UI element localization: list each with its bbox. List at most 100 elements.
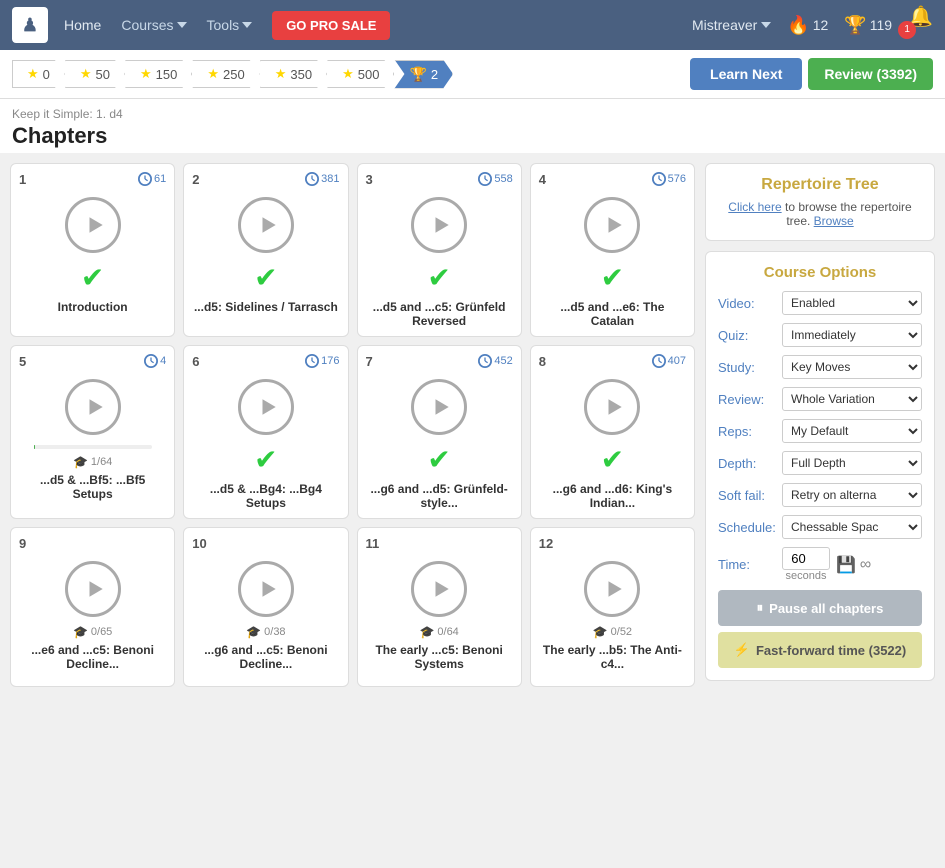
completed-checkmark: ✔ [601, 443, 624, 476]
play-button[interactable] [411, 561, 467, 617]
star-50[interactable]: ★50 [65, 60, 125, 88]
card-number: 2 [192, 172, 199, 187]
chapter-card-8[interactable]: 8 407 ✔ ...g6 and ...d6: King's Indian..… [530, 345, 695, 519]
repertoire-tree-title: Repertoire Tree [718, 176, 922, 194]
card-progress: 🎓 0/64 [419, 625, 458, 639]
card-title: ...d5 & ...Bf5: ...Bf5 Setups [19, 473, 166, 501]
click-here-link[interactable]: Click here [728, 200, 781, 214]
play-button[interactable] [65, 561, 121, 617]
schedule-label: Schedule: [718, 520, 776, 535]
time-input[interactable] [782, 547, 830, 570]
play-button[interactable] [238, 379, 294, 435]
time-infinity-icon[interactable]: ∞ [860, 556, 871, 574]
play-button[interactable] [411, 197, 467, 253]
chapter-card-7[interactable]: 7 452 ✔ ...g6 and ...d5: Grünfeld-style.… [357, 345, 522, 519]
card-title: ...d5: Sidelines / Tarrasch [194, 300, 338, 314]
card-number: 1 [19, 172, 26, 187]
chapter-card-4[interactable]: 4 576 ✔ ...d5 and ...e6: The Catalan [530, 163, 695, 337]
completed-checkmark: ✔ [81, 261, 104, 294]
play-button[interactable] [238, 561, 294, 617]
star-350[interactable]: ★350 [260, 60, 327, 88]
review-select[interactable]: Whole Variation Just Move None [782, 387, 922, 411]
star-trophy[interactable]: 🏆2 [394, 60, 453, 89]
nav-tools[interactable]: Tools [207, 17, 253, 33]
card-header: 12 [539, 536, 686, 551]
ff-icon: ⚡ [734, 642, 750, 658]
star-150[interactable]: ★150 [125, 60, 192, 88]
depth-label: Depth: [718, 456, 776, 471]
course-options-title: Course Options [718, 264, 922, 281]
play-button[interactable] [65, 197, 121, 253]
nav-courses[interactable]: Courses [121, 17, 186, 33]
reps-row: Reps: My Default 1235 [718, 419, 922, 443]
schedule-select[interactable]: Chessable Spac SM-2 Anki [782, 515, 922, 539]
video-row: Video: Enabled Disabled [718, 291, 922, 315]
card-title: ...d5 & ...Bg4: ...Bg4 Setups [192, 482, 339, 510]
card-title: ...d5 and ...c5: Grünfeld Reversed [366, 300, 513, 328]
star-0[interactable]: ★0 [12, 60, 65, 88]
chapter-card-6[interactable]: 6 176 ✔ ...d5 & ...Bg4: ...Bg4 Setups [183, 345, 348, 519]
softfail-row: Soft fail: Retry on alterna Move on Coun… [718, 483, 922, 507]
breadcrumb: Keep it Simple: 1. d4 [12, 107, 933, 121]
card-timer: 558 [478, 172, 512, 186]
chapter-card-2[interactable]: 2 381 ✔ ...d5: Sidelines / Tarrasch [183, 163, 348, 337]
pause-icon: ⏸ [757, 600, 764, 616]
card-timer: 576 [652, 172, 686, 186]
depth-select[interactable]: Full Depth 1 move2 moves3 moves [782, 451, 922, 475]
quiz-row: Quiz: Immediately After video Never [718, 323, 922, 347]
review-label: Review: [718, 392, 776, 407]
chapter-card-9[interactable]: 9 🎓 0/65 ...e6 and ...c5: Benoni Decline… [10, 527, 175, 687]
card-title: The early ...c5: Benoni Systems [366, 643, 513, 671]
chapter-card-11[interactable]: 11 🎓 0/64 The early ...c5: Benoni System… [357, 527, 522, 687]
star-500[interactable]: ★500 [327, 60, 394, 88]
play-button[interactable] [65, 379, 121, 435]
quiz-select[interactable]: Immediately After video Never [782, 323, 922, 347]
video-select[interactable]: Enabled Disabled [782, 291, 922, 315]
browse-link[interactable]: Browse [814, 214, 854, 228]
card-number: 7 [366, 354, 373, 369]
play-button[interactable] [238, 197, 294, 253]
card-number: 10 [192, 536, 206, 551]
chapter-card-5[interactable]: 5 4 🎓 1/64 [10, 345, 175, 519]
quiz-label: Quiz: [718, 328, 776, 343]
softfail-select[interactable]: Retry on alterna Move on Count as fail [782, 483, 922, 507]
softfail-label: Soft fail: [718, 488, 776, 503]
card-header: 8 407 [539, 354, 686, 369]
reps-select[interactable]: My Default 1235 [782, 419, 922, 443]
card-title: Introduction [58, 300, 128, 314]
play-button[interactable] [584, 197, 640, 253]
chapter-card-3[interactable]: 3 558 ✔ ...d5 and ...c5: Grünfeld Revers… [357, 163, 522, 337]
time-save-icon[interactable]: 💾 [836, 555, 856, 575]
video-label: Video: [718, 296, 776, 311]
pause-all-chapters-button[interactable]: ⏸ Pause all chapters [718, 590, 922, 626]
card-progress: 🎓 1/64 [73, 455, 112, 469]
site-logo[interactable]: ♟ [12, 7, 48, 43]
chapter-card-12[interactable]: 12 🎓 0/52 The early ...b5: The Anti-c4..… [530, 527, 695, 687]
review-button[interactable]: Review (3392) [808, 58, 933, 90]
user-menu[interactable]: Mistreaver [692, 17, 771, 33]
study-row: Study: Key Moves All Moves None [718, 355, 922, 379]
reps-label: Reps: [718, 424, 776, 439]
card-progress: 🎓 0/38 [246, 625, 285, 639]
card-number: 12 [539, 536, 553, 551]
card-header: 10 [192, 536, 339, 551]
go-pro-button[interactable]: GO PRO SALE [272, 11, 390, 40]
nav-home[interactable]: Home [64, 17, 101, 33]
completed-checkmark: ✔ [254, 261, 277, 294]
star-250[interactable]: ★250 [192, 60, 259, 88]
play-button[interactable] [584, 379, 640, 435]
card-timer: 452 [478, 354, 512, 368]
card-title: ...g6 and ...d6: King's Indian... [539, 482, 686, 510]
play-button[interactable] [584, 561, 640, 617]
fast-forward-button[interactable]: ⚡ Fast-forward time (3522) [718, 632, 922, 668]
chapter-card-10[interactable]: 10 🎓 0/38 ...g6 and ...c5: Benoni Declin… [183, 527, 348, 687]
study-select[interactable]: Key Moves All Moves None [782, 355, 922, 379]
completed-checkmark: ✔ [601, 261, 624, 294]
play-button[interactable] [411, 379, 467, 435]
card-number: 4 [539, 172, 546, 187]
card-header: 7 452 [366, 354, 513, 369]
learn-next-button[interactable]: Learn Next [690, 58, 802, 90]
chapter-card-1[interactable]: 1 61 ✔ Introduction [10, 163, 175, 337]
card-timer: 407 [652, 354, 686, 368]
notification-bell[interactable]: 🔔 1 [908, 4, 933, 47]
